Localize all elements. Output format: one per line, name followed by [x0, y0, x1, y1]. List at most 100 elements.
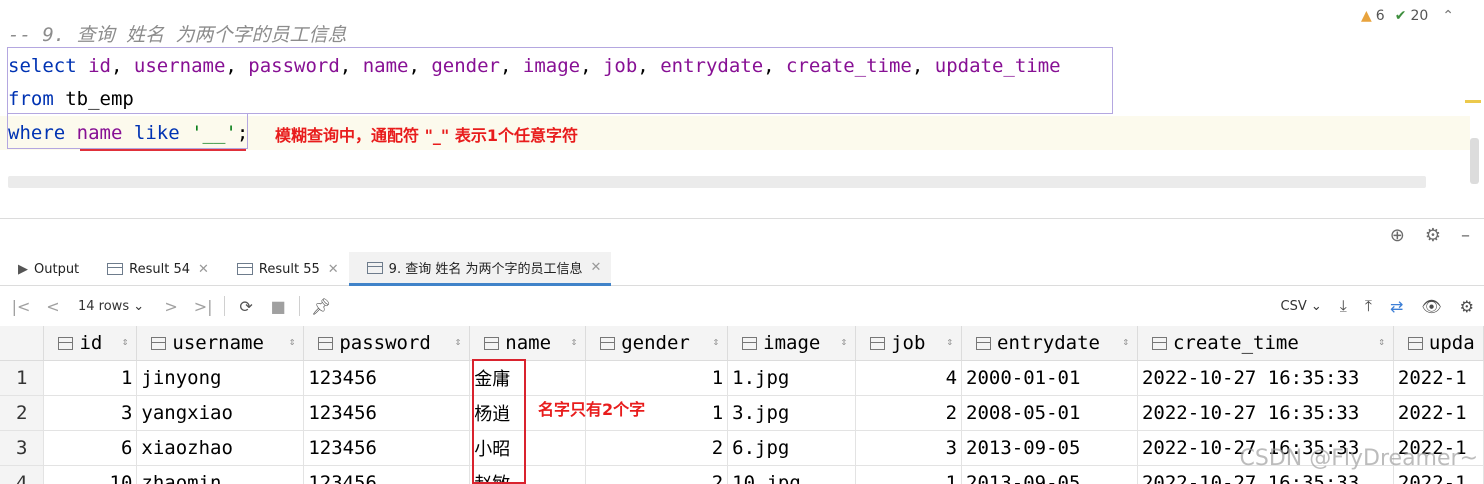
- sort-icon[interactable]: ⇕: [122, 335, 129, 348]
- cell-image[interactable]: 1.jpg: [727, 360, 857, 396]
- sort-icon[interactable]: ⇕: [455, 335, 462, 348]
- cell-image[interactable]: 3.jpg: [727, 395, 857, 431]
- cell-entrydate[interactable]: 2013-09-05: [961, 465, 1138, 484]
- gear-icon[interactable]: ⚙: [1425, 225, 1441, 246]
- tab-result-54[interactable]: Result 54 ✕: [89, 252, 219, 286]
- column-header[interactable]: job ⇕: [855, 326, 963, 361]
- select-columns: id, username, password, name, gender, im…: [88, 55, 1061, 77]
- table-row[interactable]: 1 1 jinyong 123456 金庸 1 1.jpg 4 2000-01-01 2022-1…: [0, 360, 1484, 396]
- cell-username[interactable]: yangxiao: [136, 395, 305, 431]
- row-number[interactable]: 2: [0, 395, 45, 431]
- select-column: update_time: [934, 55, 1061, 77]
- pin-icon[interactable]: 📌︎: [310, 297, 332, 316]
- cell-update-time[interactable]: 2022-1: [1393, 395, 1484, 431]
- crosshair-icon[interactable]: ⊕: [1390, 225, 1405, 246]
- cell-job[interactable]: 4: [855, 360, 963, 396]
- sort-icon[interactable]: ⇕: [1378, 335, 1385, 348]
- next-page-icon[interactable]: >: [160, 297, 182, 316]
- sql-line-select[interactable]: select id, username, password, name, gen…: [8, 55, 1061, 77]
- inspection-widget[interactable]: ▲ 6 ✔ 20 ⌃: [1361, 8, 1454, 24]
- tab-label: Result 55: [258, 261, 320, 277]
- cell-gender[interactable]: 2: [585, 465, 729, 484]
- select-column: password: [248, 55, 340, 77]
- column-header[interactable]: gender ⇕: [585, 326, 729, 361]
- sql-line-from[interactable]: from tb_emp: [8, 88, 134, 110]
- cell-id[interactable]: 10: [43, 465, 138, 484]
- cell-create-time[interactable]: 2022-10-27 16:35:33: [1137, 395, 1394, 431]
- cell-username[interactable]: jinyong: [136, 360, 305, 396]
- sort-icon[interactable]: ⇕: [713, 335, 720, 348]
- cell-update-time[interactable]: 2022-1: [1393, 360, 1484, 396]
- cell-image[interactable]: 10.jpg: [727, 465, 857, 484]
- sql-editor[interactable]: -- 9. 查询 姓名 为两个字的员工信息 select id, usernam…: [0, 0, 1484, 218]
- column-header[interactable]: upda: [1393, 326, 1484, 361]
- sort-icon[interactable]: ⇕: [289, 335, 296, 348]
- cell-job[interactable]: 1: [855, 465, 963, 484]
- cell-id[interactable]: 1: [43, 360, 138, 396]
- column-header[interactable]: name ⇕: [469, 326, 587, 361]
- cell-password[interactable]: 123456: [303, 395, 471, 431]
- editor-vertical-scrollbar[interactable]: [1470, 138, 1479, 184]
- cell-job[interactable]: 3: [855, 430, 963, 466]
- keyword-from: from: [8, 88, 54, 110]
- refresh-icon[interactable]: ⟳: [235, 297, 257, 316]
- row-number[interactable]: 3: [0, 430, 45, 466]
- column-header[interactable]: entrydate ⇕: [961, 326, 1138, 361]
- name-annotation: 名字只有2个字: [538, 400, 646, 419]
- tab-output[interactable]: ▶ Output: [0, 252, 89, 286]
- cell-id[interactable]: 6: [43, 430, 138, 466]
- stop-icon[interactable]: ■: [267, 297, 289, 316]
- cell-username[interactable]: xiaozhao: [136, 430, 305, 466]
- first-page-icon[interactable]: |<: [10, 297, 32, 316]
- sort-icon[interactable]: ⇕: [571, 335, 578, 348]
- export-format-dropdown[interactable]: CSV ⌄: [1281, 299, 1322, 314]
- select-column: id: [88, 55, 111, 77]
- cell-username[interactable]: zhaomin: [136, 465, 305, 484]
- cell-create-time[interactable]: 2022-10-27 16:35:33: [1137, 360, 1394, 396]
- cell-entrydate[interactable]: 2008-05-01: [961, 395, 1138, 431]
- settings-icon[interactable]: ⚙: [1460, 297, 1474, 316]
- sort-icon[interactable]: ⇕: [1122, 335, 1129, 348]
- column-header[interactable]: image ⇕: [727, 326, 857, 361]
- ok-count: 20: [1410, 8, 1429, 24]
- sort-icon[interactable]: ⇕: [946, 335, 953, 348]
- grid-header-row: id ⇕ username ⇕ password ⇕ name ⇕ gender ⇕ im…: [0, 326, 1484, 361]
- upload-icon[interactable]: ⤒: [1365, 296, 1372, 316]
- column-header[interactable]: create_time ⇕: [1137, 326, 1394, 361]
- column-header[interactable]: id ⇕: [43, 326, 138, 361]
- column-header[interactable]: password ⇕: [303, 326, 471, 361]
- column-icon: [870, 336, 886, 350]
- close-icon[interactable]: ✕: [590, 260, 601, 275]
- chevron-up-icon[interactable]: ⌃: [1442, 8, 1454, 24]
- column-icon: [1407, 336, 1423, 350]
- sort-icon[interactable]: ⇕: [840, 335, 847, 348]
- prev-page-icon[interactable]: <: [42, 297, 64, 316]
- cell-entrydate[interactable]: 2000-01-01: [961, 360, 1138, 396]
- gutter-marker: [1465, 100, 1481, 103]
- row-number[interactable]: 4: [0, 465, 45, 484]
- row-number[interactable]: 1: [0, 360, 45, 396]
- cell-password[interactable]: 123456: [303, 430, 471, 466]
- cell-entrydate[interactable]: 2013-09-05: [961, 430, 1138, 466]
- compare-icon[interactable]: ⇄: [1390, 297, 1403, 316]
- cell-gender[interactable]: 1: [585, 360, 729, 396]
- sql-line-where[interactable]: where name like '__';: [8, 122, 248, 144]
- editor-horizontal-scrollbar[interactable]: [8, 176, 1426, 188]
- cell-id[interactable]: 3: [43, 395, 138, 431]
- cell-image[interactable]: 6.jpg: [727, 430, 857, 466]
- column-header[interactable]: username ⇕: [136, 326, 305, 361]
- download-icon[interactable]: ⤓: [1340, 296, 1347, 316]
- tab-query-9[interactable]: 9. 查询 姓名 为两个字的员工信息 ✕: [348, 252, 612, 286]
- rows-dropdown[interactable]: 14 rows ⌄: [78, 299, 144, 314]
- cell-gender[interactable]: 2: [585, 430, 729, 466]
- close-icon[interactable]: ✕: [198, 262, 209, 277]
- eye-icon[interactable]: 👁︎: [1421, 297, 1441, 316]
- tab-result-55[interactable]: Result 55 ✕: [219, 252, 349, 286]
- minimize-icon[interactable]: –: [1461, 225, 1470, 246]
- close-icon[interactable]: ✕: [328, 262, 339, 277]
- cell-password[interactable]: 123456: [303, 360, 471, 396]
- last-page-icon[interactable]: >|: [192, 297, 214, 316]
- cell-job[interactable]: 2: [855, 395, 963, 431]
- table-row[interactable]: 2 3 yangxiao 123456 杨逍 1 3.jpg 2 2008-05-01 2022-…: [0, 395, 1484, 431]
- cell-password[interactable]: 123456: [303, 465, 471, 484]
